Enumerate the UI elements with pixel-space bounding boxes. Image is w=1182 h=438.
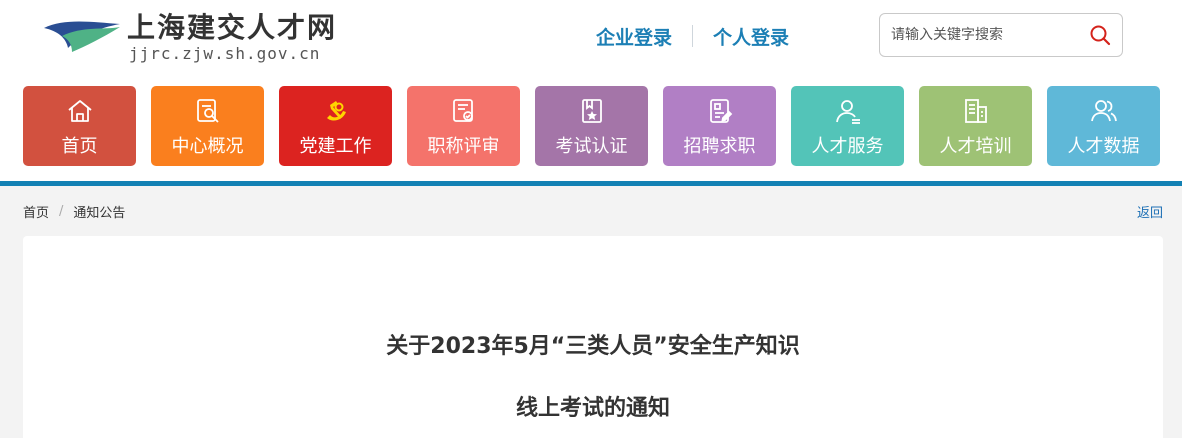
main-nav: 首页 中心概况 党建工作 职称评审 考试认证 招聘求职 人才服务 人才培训 人才… [23,86,1163,166]
login-links: 企业登录 个人登录 [596,22,789,50]
article-card: 关于2023年5月“三类人员”安全生产知识 线上考试的通知 [23,236,1163,438]
nav-label: 人才服务 [811,136,884,157]
building-icon [962,97,990,125]
nav-item-talent-training[interactable]: 人才培训 [919,86,1032,166]
breadcrumb-notices-link[interactable]: 通知公告 [73,202,125,221]
nav-item-party[interactable]: 党建工作 [279,86,392,166]
nav-item-recruitment[interactable]: 招聘求职 [663,86,776,166]
nav-item-home[interactable]: 首页 [23,86,136,166]
site-name: 上海建交人才网 [127,11,338,44]
search-doc-icon [194,97,222,125]
breadcrumb-separator: / [59,204,64,219]
search-button[interactable] [1086,22,1114,48]
nav-item-title-review[interactable]: 职称评审 [407,86,520,166]
nav-label: 中心概况 [171,136,244,157]
exam-book-icon [578,97,606,125]
nav-label: 党建工作 [299,136,372,157]
site-domain: jjrc.zjw.sh.gov.cn [129,44,321,63]
company-login-link[interactable]: 企业登录 [596,23,672,50]
login-divider [692,25,694,47]
nav-label: 人才数据 [1067,136,1140,157]
user-service-icon [834,97,862,125]
certificate-icon [450,97,478,125]
users-icon [1090,97,1118,125]
breadcrumb: 首页 / 通知公告 [23,202,125,221]
nav-item-talent-data[interactable]: 人才数据 [1047,86,1160,166]
search-icon [1090,25,1111,46]
home-icon [66,97,94,125]
wing-logo-icon[interactable] [42,14,122,54]
nav-item-overview[interactable]: 中心概况 [151,86,264,166]
search-input[interactable] [881,15,1077,55]
nav-item-talent-service[interactable]: 人才服务 [791,86,904,166]
back-link[interactable]: 返回 [1137,202,1163,221]
article-title-line1: 关于2023年5月“三类人员”安全生产知识 [386,334,800,359]
resume-icon [706,97,734,125]
breadcrumb-home-link[interactable]: 首页 [23,202,49,221]
nav-label: 考试认证 [555,136,628,157]
personal-login-link[interactable]: 个人登录 [713,23,789,50]
nav-item-exam[interactable]: 考试认证 [535,86,648,166]
article-title-line2: 线上考试的通知 [515,396,670,421]
party-emblem-icon [322,97,350,125]
nav-label: 首页 [61,136,98,157]
nav-label: 职称评审 [427,136,500,157]
nav-label: 招聘求职 [683,136,756,157]
site-header: 上海建交人才网 jjrc.zjw.sh.gov.cn 企业登录 个人登录 [0,0,1182,80]
nav-label: 人才培训 [939,136,1012,157]
search-box [879,13,1123,57]
